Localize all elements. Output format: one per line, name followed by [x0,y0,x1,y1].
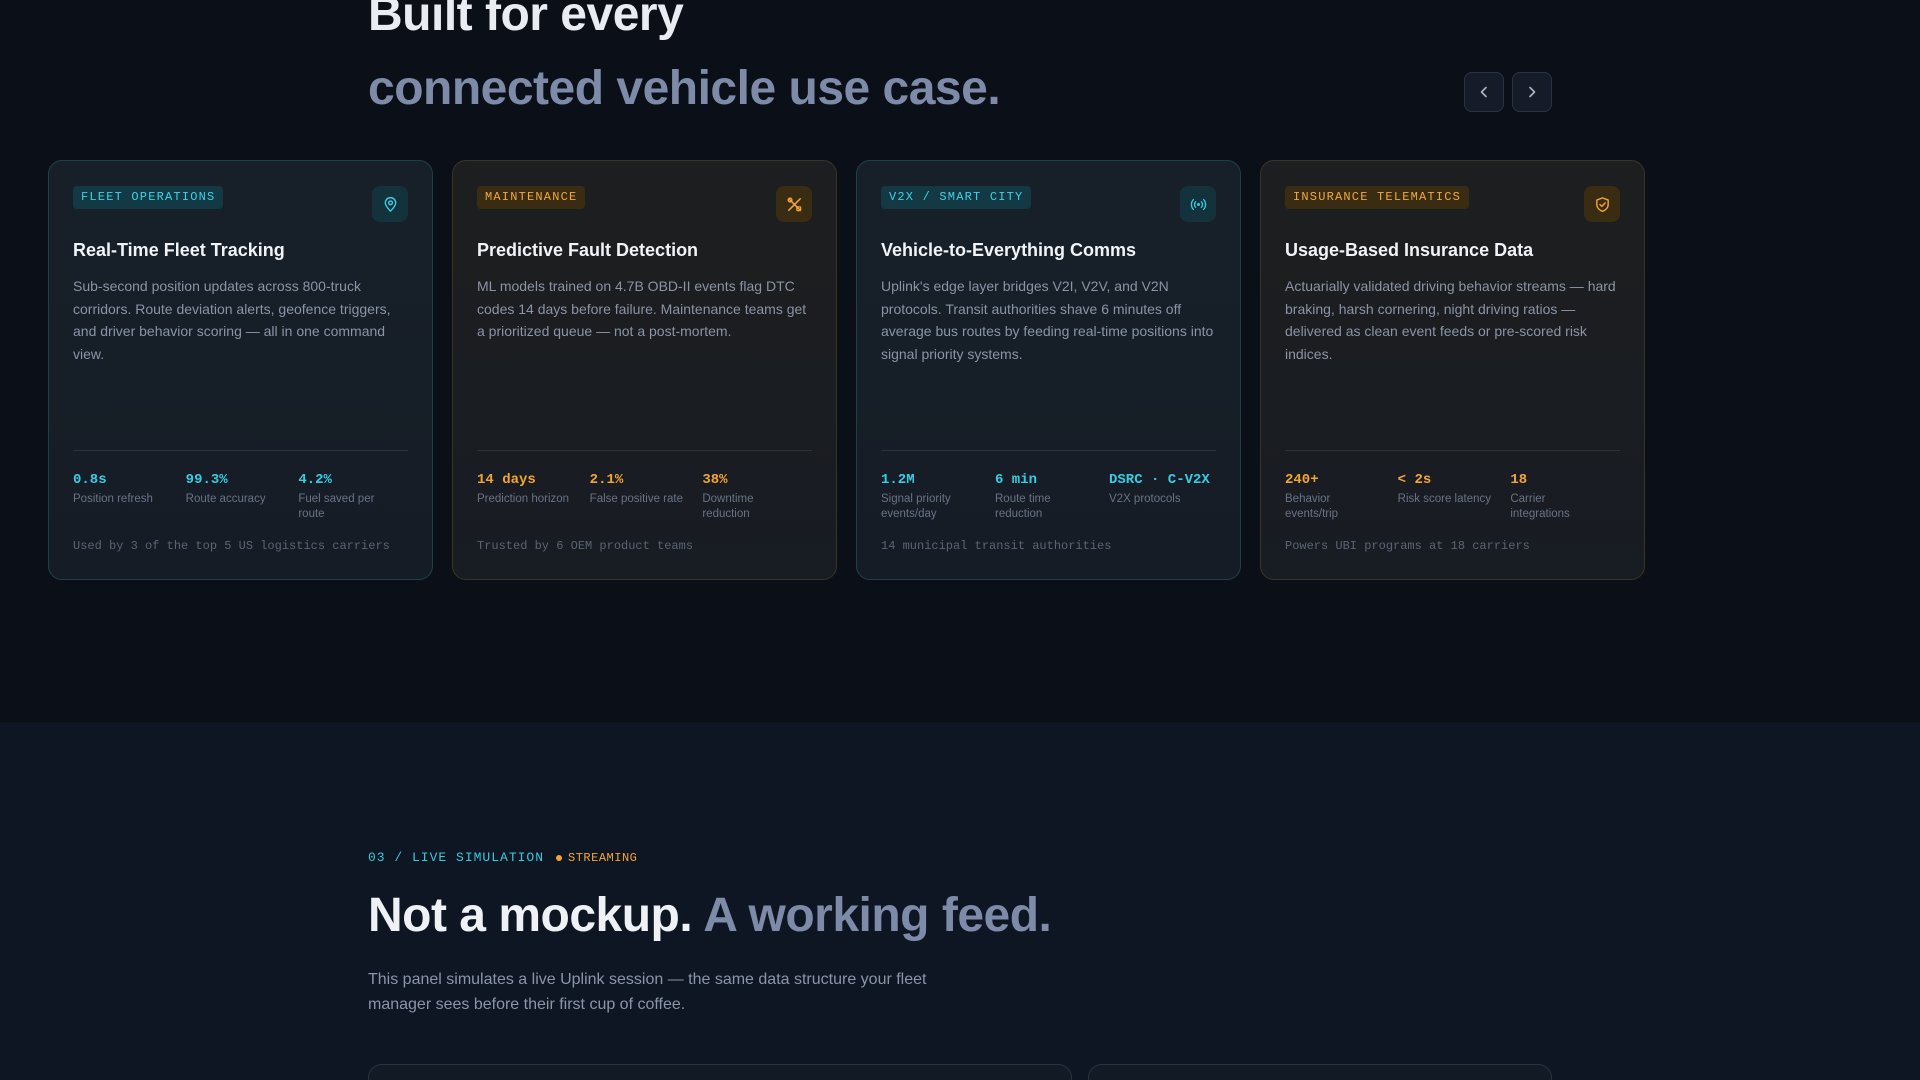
stat-value: DSRC · C-V2X [1109,472,1210,488]
carousel-next-button[interactable] [1512,72,1552,112]
stat-label: Position refresh [73,493,153,505]
stat-value: 4.2% [298,472,332,488]
stat-label: Downtime reduction [702,493,754,520]
stat-label: Prediction horizon [477,493,570,505]
card-footer: Powers UBI programs at 18 carriers [1285,539,1530,553]
stat: 38% Downtime reduction [702,472,815,522]
use-case-card-fleet[interactable]: FLEET OPERATIONS Real-Time Fleet Trackin… [48,160,433,580]
stat: 2.1% False positive rate [590,472,703,522]
stat-label: False positive rate [589,493,683,505]
section-eyebrow: 03 / LIVE SIMULATION STREAMING [368,850,637,865]
card-icon-box [1180,186,1216,222]
broadcast-icon [1190,198,1206,210]
stat-label: Behavior events/trip [1285,493,1339,520]
use-cases-section: Built for every connected vehicle use ca… [0,0,1920,722]
card-stats: 240+ Behavior events/trip < 2s Risk score … [1285,472,1623,522]
card-footer: 14 municipal transit authorities [881,539,1112,553]
heading-line-1: Built for every [368,0,684,41]
card-stats: 14 days Prediction horizon 2.1% False posi… [477,472,815,522]
card-divider [1285,450,1620,451]
card-icon-box [1584,186,1620,222]
simulation-heading: Not a mockup. A working feed. [368,888,1052,943]
stat: DSRC · C-V2X V2X protocols [1109,472,1219,522]
stat-value: 6 min [995,472,1038,488]
card-title: Vehicle-to-Everything Comms [881,240,1137,260]
stat: 4.2% Fuel saved per route [298,472,411,522]
stat-value: < 2s [1397,472,1432,488]
card-footer: Used by 3 of the top 5 US logistics carr… [73,539,390,553]
card-description: Actuarially validated driving behavior s… [1285,278,1616,363]
card-title: Real-Time Fleet Tracking [73,240,285,260]
stat: 240+ Behavior events/trip [1285,472,1398,522]
map-pin-icon [384,196,396,212]
stat-value: 38% [702,472,728,488]
card-description: ML models trained on 4.7B OBD-II events … [477,278,807,340]
stat-label: Risk score latency [1397,493,1491,505]
stat-label: Route accuracy [185,493,266,505]
stat: 99.3% Route accuracy [186,472,299,522]
use-case-card-v2x[interactable]: V2X / SMART CITY Vehicle-to-Everything C… [856,160,1241,580]
stat-value: 2.1% [589,472,624,488]
card-description: Sub-second position updates across 800-t… [73,278,391,363]
card-divider [73,450,408,451]
card-divider [477,450,812,451]
card-title: Usage-Based Insurance Data [1285,240,1534,260]
chevron-right-icon [1529,86,1536,98]
use-case-card-insurance[interactable]: INSURANCE TELEMATICS Usage-Based Insuran… [1260,160,1645,580]
stat-value: 99.3% [185,472,228,488]
shield-check-icon [1595,196,1609,212]
stat-value: 0.8s [73,472,107,488]
stat-label: V2X protocols [1109,493,1181,505]
stat-label: Signal priority events/day [881,493,951,520]
card-tag: INSURANCE TELEMATICS [1285,186,1470,209]
stat-value: 240+ [1285,472,1319,488]
card-stats: 0.8s Position refresh 99.3% Route accuracy… [73,472,411,522]
stat-label: Route time reduction [995,493,1051,520]
section-label: 03 / LIVE SIMULATION [368,850,545,865]
use-case-card-maintenance[interactable]: MAINTENANCE Predictive Fault Detection M… [452,160,837,580]
stat-label: Fuel saved per route [298,493,375,520]
stat: 18 Carrier integrations [1510,472,1623,522]
card-footer: Trusted by 6 OEM product teams [477,539,694,553]
card-icon-box [372,186,408,222]
card-icon-box [776,186,812,222]
card-divider [881,450,1216,451]
stat: < 2s Risk score latency [1398,472,1511,522]
simulation-heading-a: Not a mockup. [368,889,693,942]
simulation-panel-left [368,1064,1072,1080]
simulation-panel-right [1088,1064,1552,1080]
stat-value: 1.2M [881,472,915,488]
streaming-status: STREAMING [568,850,638,865]
streaming-dot-icon [556,854,563,861]
stat: 1.2M Signal priority events/day [881,472,995,522]
stat: 14 days Prediction horizon [477,472,590,522]
simulation-subtext: This panel simulates a live Uplink sessi… [368,971,927,1013]
stat-label: Carrier integrations [1510,493,1570,520]
stat: 6 min Route time reduction [995,472,1109,522]
card-stats: 1.2M Signal priority events/day 6 min Rout… [881,472,1219,522]
card-tag: V2X / SMART CITY [881,186,1032,209]
card-title: Predictive Fault Detection [477,240,699,260]
card-description: Uplink's edge layer bridges V2I, V2V, an… [881,278,1214,363]
stat-value: 18 [1510,472,1528,488]
use-cases-heading: Built for every connected vehicle use ca… [368,0,1001,126]
stat: 0.8s Position refresh [73,472,186,522]
simulation-heading-b: A working feed. [703,889,1052,942]
carousel-prev-button[interactable] [1464,72,1504,112]
tools-icon [787,197,801,211]
card-tag: MAINTENANCE [477,186,586,209]
live-simulation-section: 03 / LIVE SIMULATION STREAMING Not a moc… [0,722,1920,1080]
heading-line-2: connected vehicle use case. [368,62,1001,115]
card-tag: FLEET OPERATIONS [73,186,224,209]
stat-value: 14 days [477,472,536,488]
chevron-left-icon [1480,86,1487,98]
